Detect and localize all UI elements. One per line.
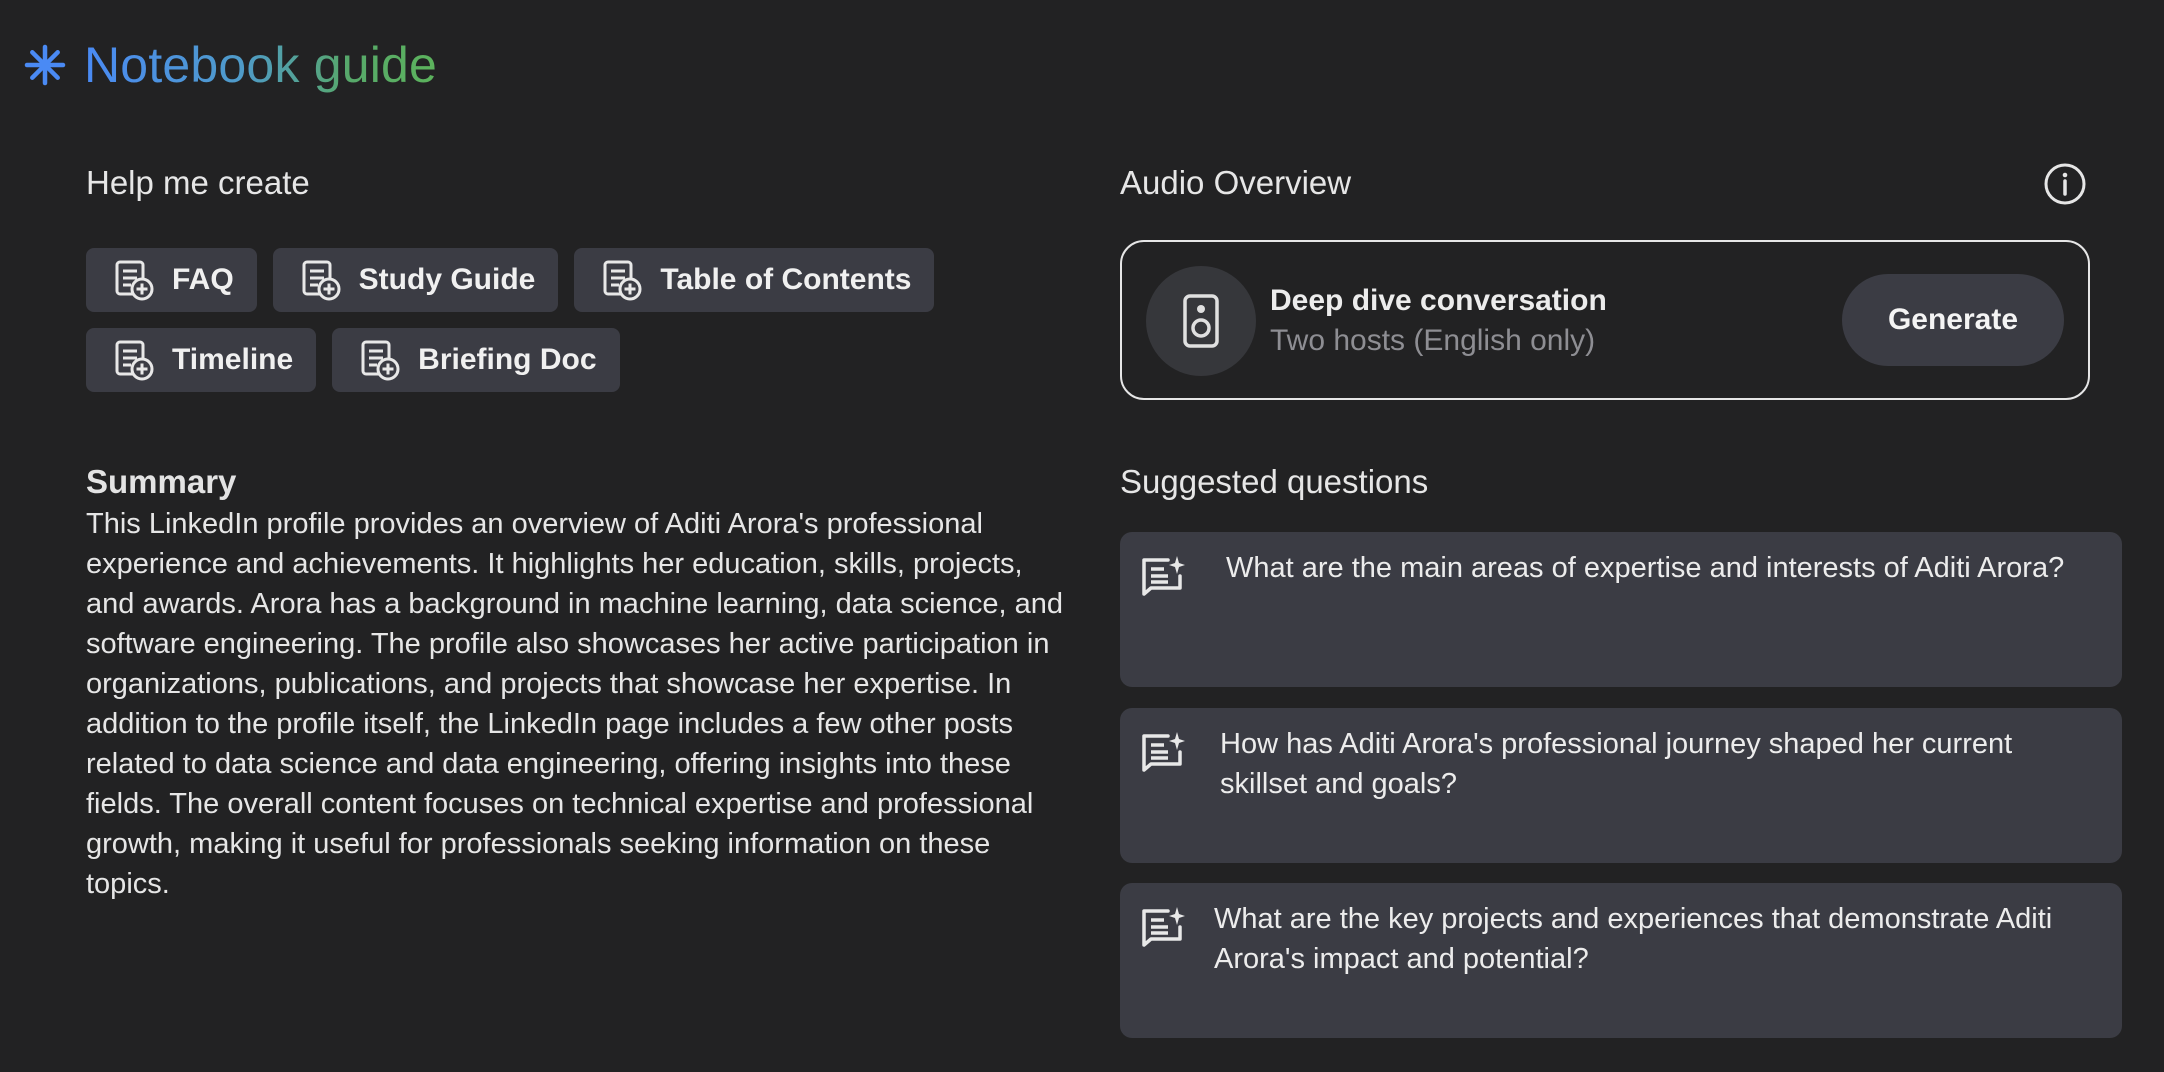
chip-label: Table of Contents	[660, 263, 912, 296]
audio-overview-card: Deep dive conversation Two hosts (Englis…	[1120, 240, 2090, 400]
briefing-doc-chip[interactable]: Briefing Doc	[332, 328, 620, 392]
note-add-icon	[115, 260, 154, 301]
chip-label: Timeline	[172, 343, 294, 376]
chat-spark-icon	[1142, 732, 1185, 772]
speaker-icon	[1183, 294, 1219, 348]
note-add-icon	[361, 340, 400, 381]
help-me-create-heading: Help me create	[86, 164, 310, 201]
study-guide-chip[interactable]: Study Guide	[272, 248, 559, 312]
note-add-icon	[115, 340, 154, 381]
create-chips: FAQ Study Guide Table of Contents Timeli…	[86, 248, 986, 408]
question-text: What are the main areas of expertise and…	[1226, 552, 2065, 584]
audio-title: Deep dive conversation	[1270, 284, 1607, 317]
table-of-contents-chip[interactable]: Table of Contents	[574, 248, 935, 312]
notebook-guide-header: Notebook guide	[24, 36, 437, 94]
note-add-icon	[302, 260, 341, 301]
speaker-avatar	[1146, 266, 1256, 376]
page-title: Notebook guide	[84, 37, 438, 93]
question-text: How has Aditi Arora's professional journ…	[1220, 728, 2013, 800]
sparkle-icon	[24, 44, 66, 86]
chip-label: FAQ	[172, 263, 234, 296]
note-add-icon	[603, 260, 642, 301]
chip-label: Study Guide	[358, 263, 536, 296]
summary-text: This LinkedIn profile provides an overvi…	[86, 508, 1063, 900]
audio-subtitle: Two hosts (English only)	[1270, 324, 1596, 357]
timeline-chip[interactable]: Timeline	[86, 328, 317, 392]
chip-label: Briefing Doc	[418, 343, 597, 376]
summary-heading: Summary	[86, 463, 237, 500]
info-icon[interactable]	[2043, 162, 2087, 206]
chat-spark-icon	[1142, 556, 1185, 596]
chip-row: FAQ Study Guide Table of Contents	[86, 248, 986, 312]
question-text: What are the key projects and experience…	[1214, 903, 2053, 975]
notebook-guide-panel: Notebook guide Help me create FAQ Study …	[0, 0, 2164, 1072]
suggested-question[interactable]: How has Aditi Arora's professional journ…	[1120, 708, 2122, 863]
suggested-questions-heading: Suggested questions	[1120, 463, 1429, 500]
suggested-question[interactable]: What are the key projects and experience…	[1120, 883, 2122, 1038]
generate-button[interactable]: Generate	[1842, 274, 2064, 366]
chip-row: Timeline Briefing Doc	[86, 328, 986, 392]
faq-chip[interactable]: FAQ	[86, 248, 257, 312]
chat-spark-icon	[1142, 907, 1185, 947]
suggested-question[interactable]: What are the main areas of expertise and…	[1120, 532, 2122, 687]
audio-overview-heading: Audio Overview	[1120, 164, 1352, 201]
